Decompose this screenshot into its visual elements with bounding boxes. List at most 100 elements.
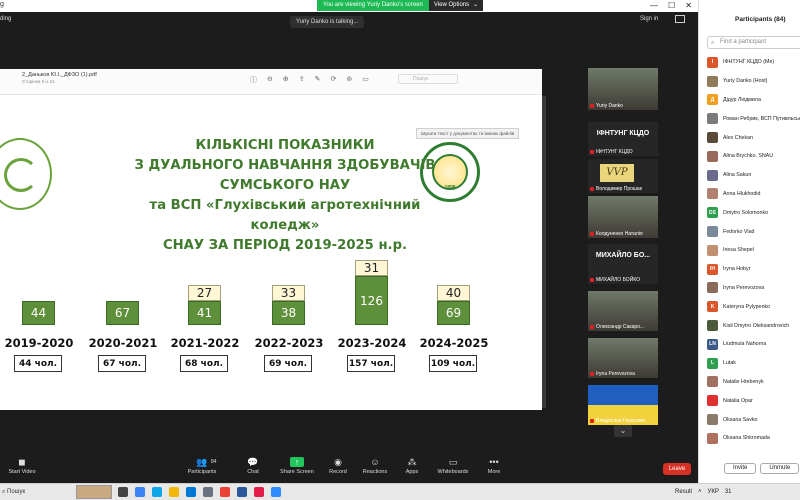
participants-button[interactable]: 👥 Participants: [180, 457, 224, 475]
participant-row[interactable]: L Lutak: [707, 354, 800, 373]
avatar: [707, 376, 718, 388]
participant-row[interactable]: Д Дідур Людмила: [707, 91, 800, 110]
people-icon: 👥: [196, 457, 208, 467]
minimize-button[interactable]: —: [650, 0, 658, 11]
muted-mic-icon: [590, 372, 594, 376]
participant-search-input[interactable]: ⌕ Find a participant: [707, 36, 800, 49]
participant-row[interactable]: Alex Chekan: [707, 128, 800, 147]
participant-name: Oksana Savko: [723, 416, 758, 423]
markup-icon[interactable]: ⊚: [346, 75, 352, 85]
participant-row[interactable]: Natalia Opar: [707, 391, 800, 410]
pen-icon[interactable]: ✎: [315, 75, 321, 85]
video-tile[interactable]: VVP Володимир Прошак: [588, 159, 658, 193]
participant-row[interactable]: Inesa Shepel: [707, 241, 800, 260]
start-video-button[interactable]: ◼ Start Video: [0, 457, 44, 475]
unmute-button[interactable]: Unmute: [760, 463, 800, 474]
sign-in-link[interactable]: Sign in: [640, 16, 658, 22]
pdf-search-input[interactable]: Пошук: [398, 74, 458, 84]
participant-row[interactable]: Alina Brychko, SNAU: [707, 147, 800, 166]
chrome-icon[interactable]: [220, 487, 230, 497]
participant-row[interactable]: Fedorko Vlad: [707, 222, 800, 241]
more-button[interactable]: ••• More: [472, 457, 516, 475]
avatar: [707, 432, 718, 444]
whiteboards-button[interactable]: ▭ Whiteboards: [431, 457, 475, 475]
clock[interactable]: 31: [725, 487, 732, 497]
participant-row[interactable]: І ІФНТУНГ КЦДО (Me): [707, 53, 800, 72]
participant-row[interactable]: K Kateryna Pylypenko: [707, 297, 800, 316]
participant-name: Lutak: [723, 360, 736, 367]
taskbar-widget-image[interactable]: [76, 485, 112, 499]
whiteboard-icon: ▭: [448, 457, 458, 467]
share-icon[interactable]: ⇪: [299, 75, 305, 85]
video-tile[interactable]: ІФНТУНГ КЦДО ІФНТУНГ КЦДО: [588, 122, 658, 156]
close-button[interactable]: ✕: [685, 0, 692, 11]
participant-name: Natalia Opar: [723, 397, 753, 404]
avatar: [707, 244, 718, 256]
avatar: [707, 282, 718, 294]
recording-label: ding: [0, 16, 12, 22]
language-indicator[interactable]: УКР: [708, 487, 719, 497]
info-icon[interactable]: ⓘ: [250, 75, 257, 85]
invite-button[interactable]: Invite: [724, 463, 757, 474]
result-widget[interactable]: Result: [675, 487, 692, 497]
video-tile[interactable]: Владислав Герасиме...: [588, 385, 658, 425]
video-tile[interactable]: Олександр Сакаро...: [588, 291, 658, 331]
view-options-button[interactable]: View Options ⌄: [428, 0, 484, 11]
bar-segment: 40: [437, 285, 470, 301]
participant-row[interactable]: Iryna Perevozova: [707, 279, 800, 298]
participant-name: Iryna Hobyr: [723, 266, 751, 273]
word-icon[interactable]: [237, 487, 247, 497]
zoom-in-icon[interactable]: ⊕: [283, 75, 289, 85]
store-icon[interactable]: [186, 487, 196, 497]
video-tile[interactable]: Yuriy Danko: [588, 68, 658, 110]
avatar: [707, 188, 718, 200]
bar-segment: 126: [355, 276, 388, 325]
scrollbar[interactable]: [542, 96, 546, 408]
zoom-icon[interactable]: [271, 487, 281, 497]
avatar: [707, 395, 718, 407]
chat-button[interactable]: 💬 Chat: [231, 457, 275, 475]
app-icon[interactable]: [254, 487, 264, 497]
video-tile[interactable]: Iryna Perevozova: [588, 338, 658, 378]
crop-icon[interactable]: ▭: [362, 75, 369, 85]
apps-button[interactable]: ⁂ Apps: [390, 457, 434, 475]
layout-icon[interactable]: [675, 15, 685, 23]
participant-row[interactable]: IH Iryna Hobyr: [707, 260, 800, 279]
title-line: КІЛЬКІСНІ ПОКАЗНИКИ: [195, 138, 375, 153]
participant-name: Inesa Shepel: [723, 247, 754, 254]
participant-row[interactable]: Anna Hlukhodid: [707, 185, 800, 204]
participant-row[interactable]: Yuriy Danko (Host): [707, 72, 800, 91]
tile-title: ІФНТУНГ КЦДО: [596, 130, 650, 137]
participant-row[interactable]: LN Liudmula Nahorna: [707, 335, 800, 354]
participant-row[interactable]: Oksana Savko: [707, 410, 800, 429]
taskbar-search[interactable]: ⌕ Пошук: [0, 486, 56, 498]
rotate-icon[interactable]: ⟳: [331, 75, 337, 85]
tile-name: ІФНТУНГ КЦДО: [590, 149, 633, 155]
tile-name: Колдуненко Наталія: [590, 231, 643, 237]
maximize-button[interactable]: ☐: [668, 0, 675, 11]
participant-row[interactable]: Kisil Dmytro Oleksandrovich: [707, 316, 800, 335]
folder-icon[interactable]: [169, 487, 179, 497]
zoom-out-icon[interactable]: ⊖: [267, 75, 273, 85]
chevron-up-icon[interactable]: ˄: [698, 487, 702, 497]
participant-row[interactable]: Роман Ребрик, ВСП Путивльський коледж: [707, 109, 800, 128]
participant-row[interactable]: DS Dmytro Solomonko: [707, 203, 800, 222]
participant-row[interactable]: Natalie Hrebenyk: [707, 373, 800, 392]
avatar: K: [707, 301, 718, 313]
chevron-down-icon[interactable]: ⌄: [614, 425, 632, 437]
video-tile[interactable]: МИХАЙЛО БО... МИХАЙЛО БОЙКО: [588, 244, 658, 284]
edge-icon[interactable]: [152, 487, 162, 497]
tile-name: Iryna Perevozova: [590, 371, 635, 377]
copilot-icon[interactable]: [135, 487, 145, 497]
participant-row[interactable]: Oksana Shkromada: [707, 429, 800, 448]
leave-button[interactable]: Leave: [663, 463, 691, 475]
participant-row[interactable]: Alina Sakun: [707, 166, 800, 185]
participant-name: Kisil Dmytro Oleksandrovich: [723, 322, 790, 329]
total-label: 157 чол.: [347, 355, 395, 372]
participant-list: І ІФНТУНГ КЦДО (Me) Yuriy Danko (Host) Д Дід…: [707, 53, 800, 448]
task-view-icon[interactable]: [118, 487, 128, 497]
share-screen-button[interactable]: ↑ Share Screen: [275, 457, 319, 475]
mail-icon[interactable]: [203, 487, 213, 497]
chat-icon: 💬: [247, 457, 259, 467]
video-tile[interactable]: Колдуненко Наталія: [588, 196, 658, 238]
